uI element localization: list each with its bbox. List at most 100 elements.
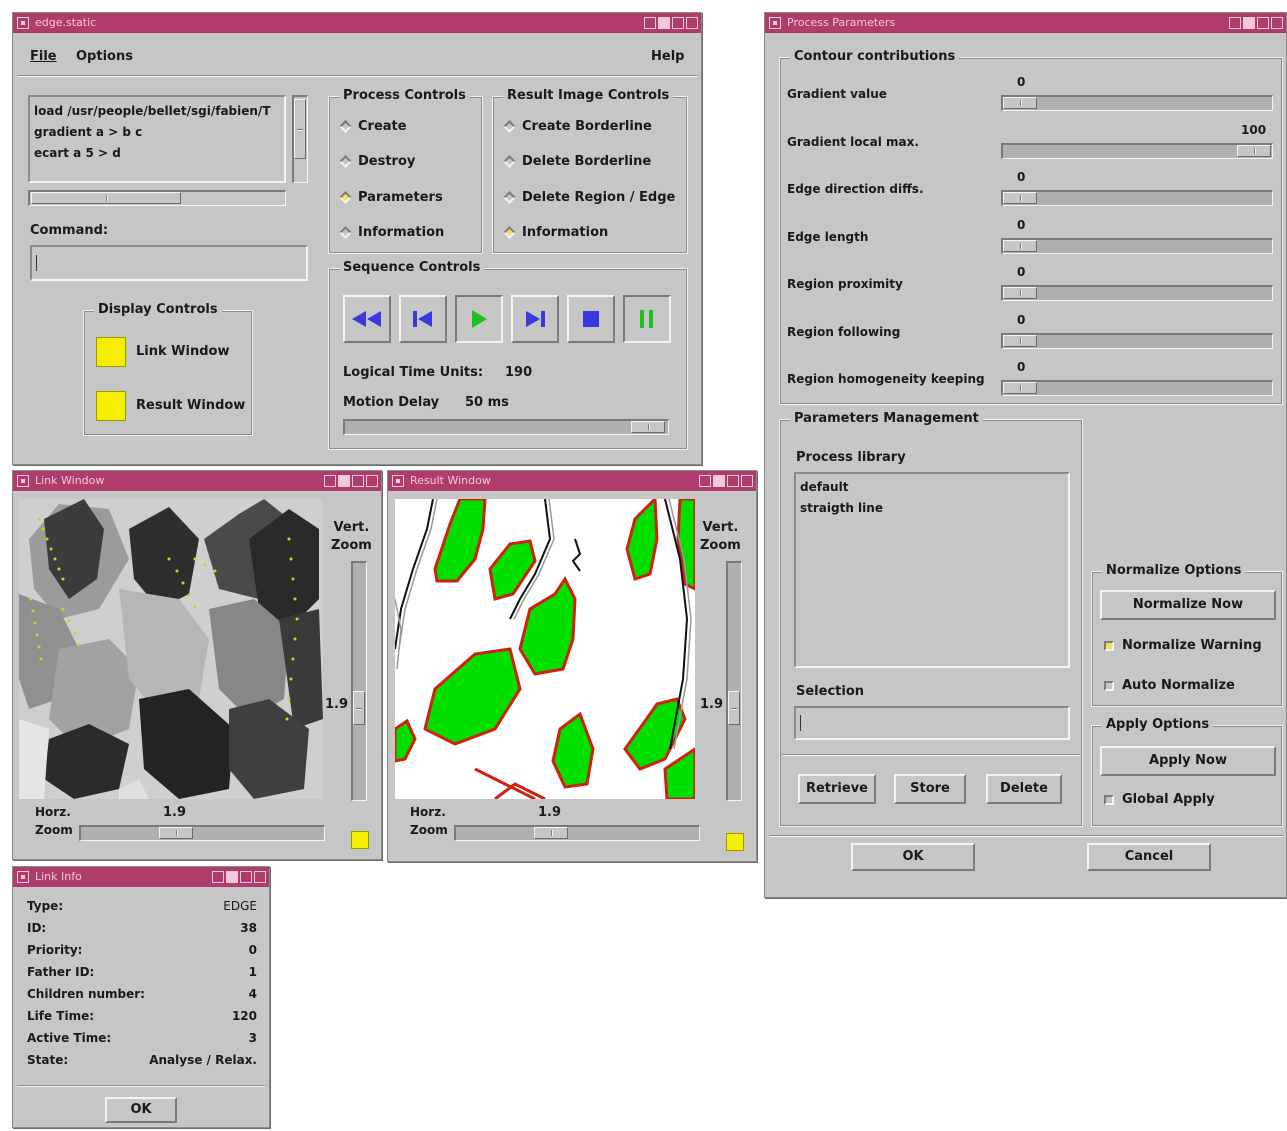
horz-zoom-slider[interactable]: [79, 825, 325, 841]
param-label: Region following: [787, 324, 901, 339]
iconify-icon[interactable]: [352, 475, 364, 487]
close-icon[interactable]: [686, 17, 698, 29]
slider-thumb[interactable]: [159, 827, 193, 839]
menu-file[interactable]: File: [30, 49, 57, 64]
window-menu-icon[interactable]: [769, 17, 781, 29]
slider-thumb[interactable]: [631, 421, 665, 433]
radio-create-borderline[interactable]: Create Borderline: [503, 119, 652, 134]
log-text-area[interactable]: load /usr/people/bellet/sgi/fabien/T gra…: [28, 95, 286, 183]
param-slider[interactable]: [1001, 142, 1273, 159]
title-bar[interactable]: Process Parameters: [765, 13, 1286, 33]
slider-thumb[interactable]: [1003, 334, 1037, 347]
iconify-icon[interactable]: [672, 17, 684, 29]
radio-create[interactable]: Create: [339, 119, 407, 134]
normalize-warning-checkbox[interactable]: Normalize Warning: [1104, 638, 1262, 653]
vert-zoom-value: 1.9: [325, 697, 349, 712]
maximize-icon[interactable]: [658, 17, 670, 29]
link-color-indicator[interactable]: [351, 831, 369, 849]
iconify-icon[interactable]: [727, 475, 739, 487]
vert-zoom-slider[interactable]: [726, 561, 742, 801]
horz-zoom-slider[interactable]: [454, 825, 700, 841]
maximize-icon[interactable]: [226, 871, 238, 883]
title-bar[interactable]: Link Window: [13, 471, 381, 491]
minimize-icon[interactable]: [699, 475, 711, 487]
window-menu-icon[interactable]: [392, 475, 404, 487]
param-slider[interactable]: [1001, 285, 1273, 301]
log-line: gradient a > b c: [34, 125, 143, 139]
radio-result-information[interactable]: Information: [503, 225, 608, 240]
result-color-indicator[interactable]: [726, 833, 744, 851]
param-slider[interactable]: [1001, 95, 1273, 111]
library-item[interactable]: default: [800, 477, 1064, 498]
log-horizontal-scrollbar[interactable]: [28, 190, 286, 206]
menu-help[interactable]: Help: [651, 49, 684, 64]
title-bar[interactable]: Result Window: [388, 471, 756, 491]
window-menu-icon[interactable]: [17, 475, 29, 487]
close-icon[interactable]: [366, 475, 378, 487]
maximize-icon[interactable]: [713, 475, 725, 487]
param-slider[interactable]: [1001, 332, 1273, 349]
delete-button[interactable]: Delete: [986, 774, 1062, 804]
apply-now-button[interactable]: Apply Now: [1100, 746, 1276, 776]
param-slider[interactable]: [1001, 237, 1273, 254]
radio-information[interactable]: Information: [339, 225, 444, 240]
library-item[interactable]: straigth line: [800, 498, 1064, 519]
slider-thumb[interactable]: [1003, 239, 1037, 252]
maximize-icon[interactable]: [338, 475, 350, 487]
stop-button[interactable]: [567, 295, 615, 343]
store-button[interactable]: Store: [894, 774, 966, 804]
slider-thumb[interactable]: [1003, 192, 1037, 204]
global-apply-checkbox[interactable]: Global Apply: [1104, 792, 1215, 807]
normalize-now-button[interactable]: Normalize Now: [1100, 590, 1276, 620]
slider-thumb[interactable]: [728, 691, 740, 725]
menu-options[interactable]: Options: [76, 49, 133, 64]
motion-delay-slider[interactable]: [343, 419, 669, 435]
minimize-icon[interactable]: [324, 475, 336, 487]
title-bar[interactable]: Link Info: [13, 867, 269, 887]
step-forward-button[interactable]: [511, 295, 559, 343]
selection-input[interactable]: [794, 706, 1070, 740]
window-menu-icon[interactable]: [17, 871, 29, 883]
minimize-icon[interactable]: [1229, 17, 1241, 29]
command-input[interactable]: [30, 245, 308, 281]
rewind-button[interactable]: [343, 295, 391, 343]
param-slider[interactable]: [1001, 380, 1273, 396]
close-icon[interactable]: [1271, 17, 1283, 29]
display-controls-title: Display Controls: [94, 302, 222, 318]
iconify-icon[interactable]: [1257, 17, 1269, 29]
pause-button[interactable]: [623, 295, 671, 343]
cancel-button[interactable]: Cancel: [1087, 843, 1211, 871]
radio-parameters[interactable]: Parameters: [339, 190, 443, 205]
maximize-icon[interactable]: [1243, 17, 1255, 29]
ok-button[interactable]: OK: [851, 843, 975, 871]
radio-destroy[interactable]: Destroy: [339, 154, 415, 169]
slider-thumb[interactable]: [1003, 97, 1037, 109]
result-window-toggle[interactable]: [96, 391, 126, 421]
slider-thumb[interactable]: [1003, 287, 1037, 299]
slider-thumb[interactable]: [353, 691, 365, 725]
title-bar[interactable]: edge.static: [13, 13, 701, 33]
link-image-view[interactable]: [19, 499, 323, 799]
param-slider[interactable]: [1001, 190, 1273, 206]
link-info-ok-button[interactable]: OK: [105, 1097, 177, 1123]
log-vertical-scrollbar[interactable]: [292, 95, 308, 183]
iconify-icon[interactable]: [240, 871, 252, 883]
minimize-icon[interactable]: [212, 871, 224, 883]
radio-delete-region-edge[interactable]: Delete Region / Edge: [503, 190, 675, 205]
radio-delete-borderline[interactable]: Delete Borderline: [503, 154, 651, 169]
result-image-view[interactable]: [395, 499, 695, 799]
play-button[interactable]: [455, 295, 503, 343]
step-back-button[interactable]: [399, 295, 447, 343]
process-library-list[interactable]: default straigth line: [794, 472, 1070, 668]
slider-thumb[interactable]: [1237, 144, 1271, 157]
close-icon[interactable]: [741, 475, 753, 487]
slider-thumb[interactable]: [1003, 382, 1037, 394]
retrieve-button[interactable]: Retrieve: [798, 774, 876, 804]
vert-zoom-slider[interactable]: [351, 561, 367, 801]
auto-normalize-checkbox[interactable]: Auto Normalize: [1104, 678, 1235, 693]
window-menu-icon[interactable]: [17, 17, 29, 29]
link-window-toggle[interactable]: [96, 337, 126, 367]
minimize-icon[interactable]: [644, 17, 656, 29]
slider-thumb[interactable]: [534, 827, 568, 839]
close-icon[interactable]: [254, 871, 266, 883]
